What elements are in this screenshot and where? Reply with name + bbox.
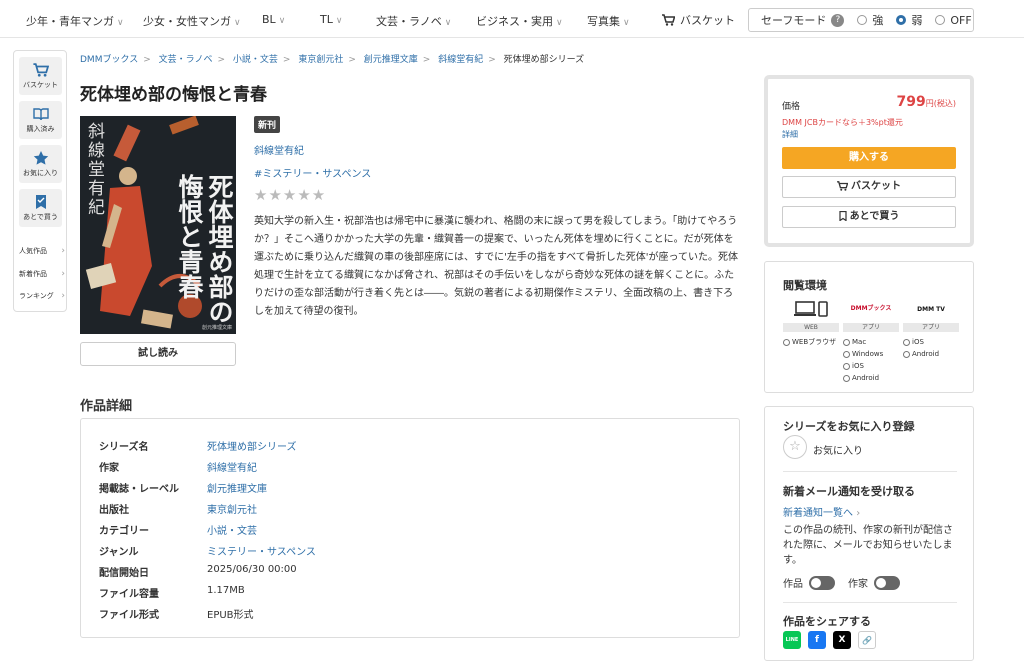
chevron-down-icon: ∨	[117, 18, 124, 28]
cart-icon	[837, 181, 849, 191]
price: 799円(税込)	[896, 94, 956, 110]
bookmark-icon	[839, 210, 847, 222]
chevron-down-icon: ∨	[234, 18, 241, 28]
series-fav-heading: シリーズをお気に入り登録	[783, 420, 915, 433]
book-icon	[32, 108, 49, 121]
star-icon	[33, 151, 48, 165]
help-icon[interactable]: ?	[831, 13, 845, 27]
sidebar-favorites-button[interactable]: お気に入り	[19, 145, 62, 183]
env-dmm-books-app: DMMブックス アプリ Mac Windows iOS Android	[843, 298, 899, 384]
chevron-right-icon: ›	[61, 246, 65, 256]
chevron-down-icon: ∨	[623, 18, 630, 28]
details-heading: 作品詳細	[80, 399, 133, 414]
facebook-share-icon[interactable]: f	[808, 631, 826, 649]
nav-category-photobook[interactable]: 写真集 ∨	[587, 13, 630, 29]
share-icons: LINE f X 🔗	[783, 631, 876, 649]
book-cover[interactable]: 斜線堂有紀 死体埋め部の悔恨と青春 創元推理文庫	[80, 116, 236, 334]
chevron-down-icon: ∨	[556, 18, 563, 28]
safe-mode-radio-off[interactable]	[935, 15, 946, 25]
breadcrumb-item[interactable]: 東京創元社	[298, 55, 343, 65]
favorite-star-button[interactable]: ☆	[783, 435, 807, 459]
viewing-environment: 閲覧環境 WEB WEBブラウザ DMMブックス アプリ Mac Windows…	[764, 261, 974, 393]
env-dmm-tv-app: DMM TV アプリ iOS Android	[903, 298, 959, 360]
star-outline-icon: ☆	[789, 439, 801, 454]
price-label: 価格	[782, 102, 801, 112]
safe-mode-radio-weak[interactable]	[896, 15, 907, 25]
purchase-box: 価格 799円(税込) DMM JCBカードなら＋3%pt還元 詳細 購入する …	[764, 75, 974, 247]
trial-read-button[interactable]: 試し読み	[80, 342, 236, 366]
chevron-down-icon: ∨	[278, 16, 286, 26]
campaign-detail-link[interactable]: 詳細	[782, 129, 798, 140]
series-share-box: シリーズをお気に入り登録 ☆ お気に入り 新着メール通知を受け取る 新着通知一覧…	[764, 406, 974, 661]
chevron-down-icon: ∨	[444, 18, 452, 28]
cart-icon	[32, 63, 49, 77]
line-share-icon[interactable]: LINE	[783, 631, 801, 649]
cart-icon	[662, 14, 675, 26]
dmm-books-logo: DMMブックス	[850, 305, 892, 312]
details-table: シリーズ名 死体埋め部シリーズ 作家 斜線堂有紀 掲載誌・レーベル 創元推理文庫 出版…	[80, 418, 740, 638]
page-title: 死体埋め部の悔恨と青春	[80, 85, 267, 105]
nav-category-shonen[interactable]: 少年・青年マンガ ∨	[26, 13, 124, 29]
breadcrumb-item[interactable]: 小説・文芸	[233, 55, 278, 65]
safe-mode-radio-strong[interactable]	[857, 15, 868, 25]
environment-heading: 閲覧環境	[783, 279, 827, 292]
share-heading: 作品をシェアする	[783, 615, 871, 628]
genre-tag-link[interactable]: #ミステリー・サスペンス	[254, 165, 371, 180]
breadcrumb: DMMブックス > 文芸・ラノベ > 小説・文芸 > 東京創元社 > 創元推理文庫 > 斜…	[80, 55, 585, 65]
breadcrumb-item[interactable]: DMMブックス	[80, 55, 138, 65]
sidebar-link-ranking[interactable]: ランキング ›	[19, 291, 65, 301]
breadcrumb-item[interactable]: 創元推理文庫	[364, 55, 418, 65]
buy-button[interactable]: 購入する	[782, 147, 956, 169]
nav-category-bungei[interactable]: 文芸・ラノベ ∨	[376, 13, 451, 29]
link-copy-icon[interactable]: 🔗	[858, 631, 876, 649]
cover-title-text: 死体埋め部の悔恨と青春	[175, 174, 234, 324]
notify-toggle-work: 作品	[783, 575, 835, 590]
toggle-work[interactable]	[809, 575, 835, 590]
dmm-tv-logo: DMM TV	[917, 305, 945, 313]
toggle-author[interactable]	[874, 575, 900, 590]
cover-publisher-mark: 創元推理文庫	[201, 325, 232, 331]
safe-mode-label: セーフモード	[761, 14, 827, 27]
notify-text: この作品の続刊、作家の新刊が配信された際に、メールでお知らせいたします。	[783, 525, 953, 566]
nav-category-business[interactable]: ビジネス・実用 ∨	[476, 13, 563, 29]
product-description: 英知大学の新入生・祝部浩也は帰宅中に暴漢に襲われ、格闘の末に誤って男を殺してしま…	[254, 216, 738, 317]
left-sidebar: バスケット 購入済み お気に入り あとで買う 人気作品 › 新着作品 › ランキング…	[13, 50, 67, 312]
cover-author-text: 斜線堂有紀	[84, 122, 104, 217]
sidebar-link-new[interactable]: 新着作品 ›	[19, 269, 65, 279]
chevron-right-icon: ›	[856, 508, 861, 519]
chevron-down-icon: ∨	[335, 16, 343, 26]
chevron-right-icon: ›	[61, 269, 65, 279]
buy-later-button[interactable]: あとで買う	[782, 206, 956, 228]
author-link[interactable]: 斜線堂有紀	[254, 142, 304, 157]
breadcrumb-item[interactable]: 斜線堂有紀	[438, 55, 483, 65]
breadcrumb-current: 死体埋め部シリーズ	[503, 55, 585, 65]
safe-mode-selector: セーフモード ? 強 弱 OFF	[748, 8, 974, 32]
sidebar-link-popular[interactable]: 人気作品 ›	[19, 246, 65, 256]
env-web: WEB WEBブラウザ	[783, 298, 839, 348]
campaign-text: DMM JCBカードなら＋3%pt還元	[782, 118, 903, 127]
nav-category-shojo[interactable]: 少女・女性マンガ ∨	[143, 13, 241, 29]
notify-heading: 新着メール通知を受け取る	[783, 485, 915, 498]
chevron-right-icon: ›	[61, 291, 65, 301]
breadcrumb-item[interactable]: 文芸・ラノベ	[159, 55, 213, 65]
sidebar-basket-button[interactable]: バスケット	[19, 57, 62, 95]
nav-basket-link[interactable]: バスケット	[662, 12, 735, 28]
sidebar-later-button[interactable]: あとで買う	[19, 189, 62, 227]
favorite-label: お気に入り	[813, 446, 863, 457]
rating-stars: ★★★★★	[254, 186, 327, 204]
bookmark-check-icon	[35, 195, 46, 209]
new-release-badge: 新刊	[254, 116, 281, 133]
nav-category-bl[interactable]: BL ∨	[262, 13, 285, 26]
notify-toggle-author: 作家	[848, 575, 900, 590]
top-nav: 少年・青年マンガ ∨ 少女・女性マンガ ∨ BL ∨ TL ∨ 文芸・ラノベ ∨ ビジネス…	[0, 0, 1024, 38]
notify-list-link[interactable]: 新着通知一覧へ ›	[783, 504, 860, 519]
sidebar-purchased-button[interactable]: 購入済み	[19, 101, 62, 139]
pc-phone-icon	[794, 301, 828, 317]
add-to-basket-button[interactable]: バスケット	[782, 176, 956, 198]
x-share-icon[interactable]: X	[833, 631, 851, 649]
nav-category-tl[interactable]: TL ∨	[320, 13, 342, 26]
